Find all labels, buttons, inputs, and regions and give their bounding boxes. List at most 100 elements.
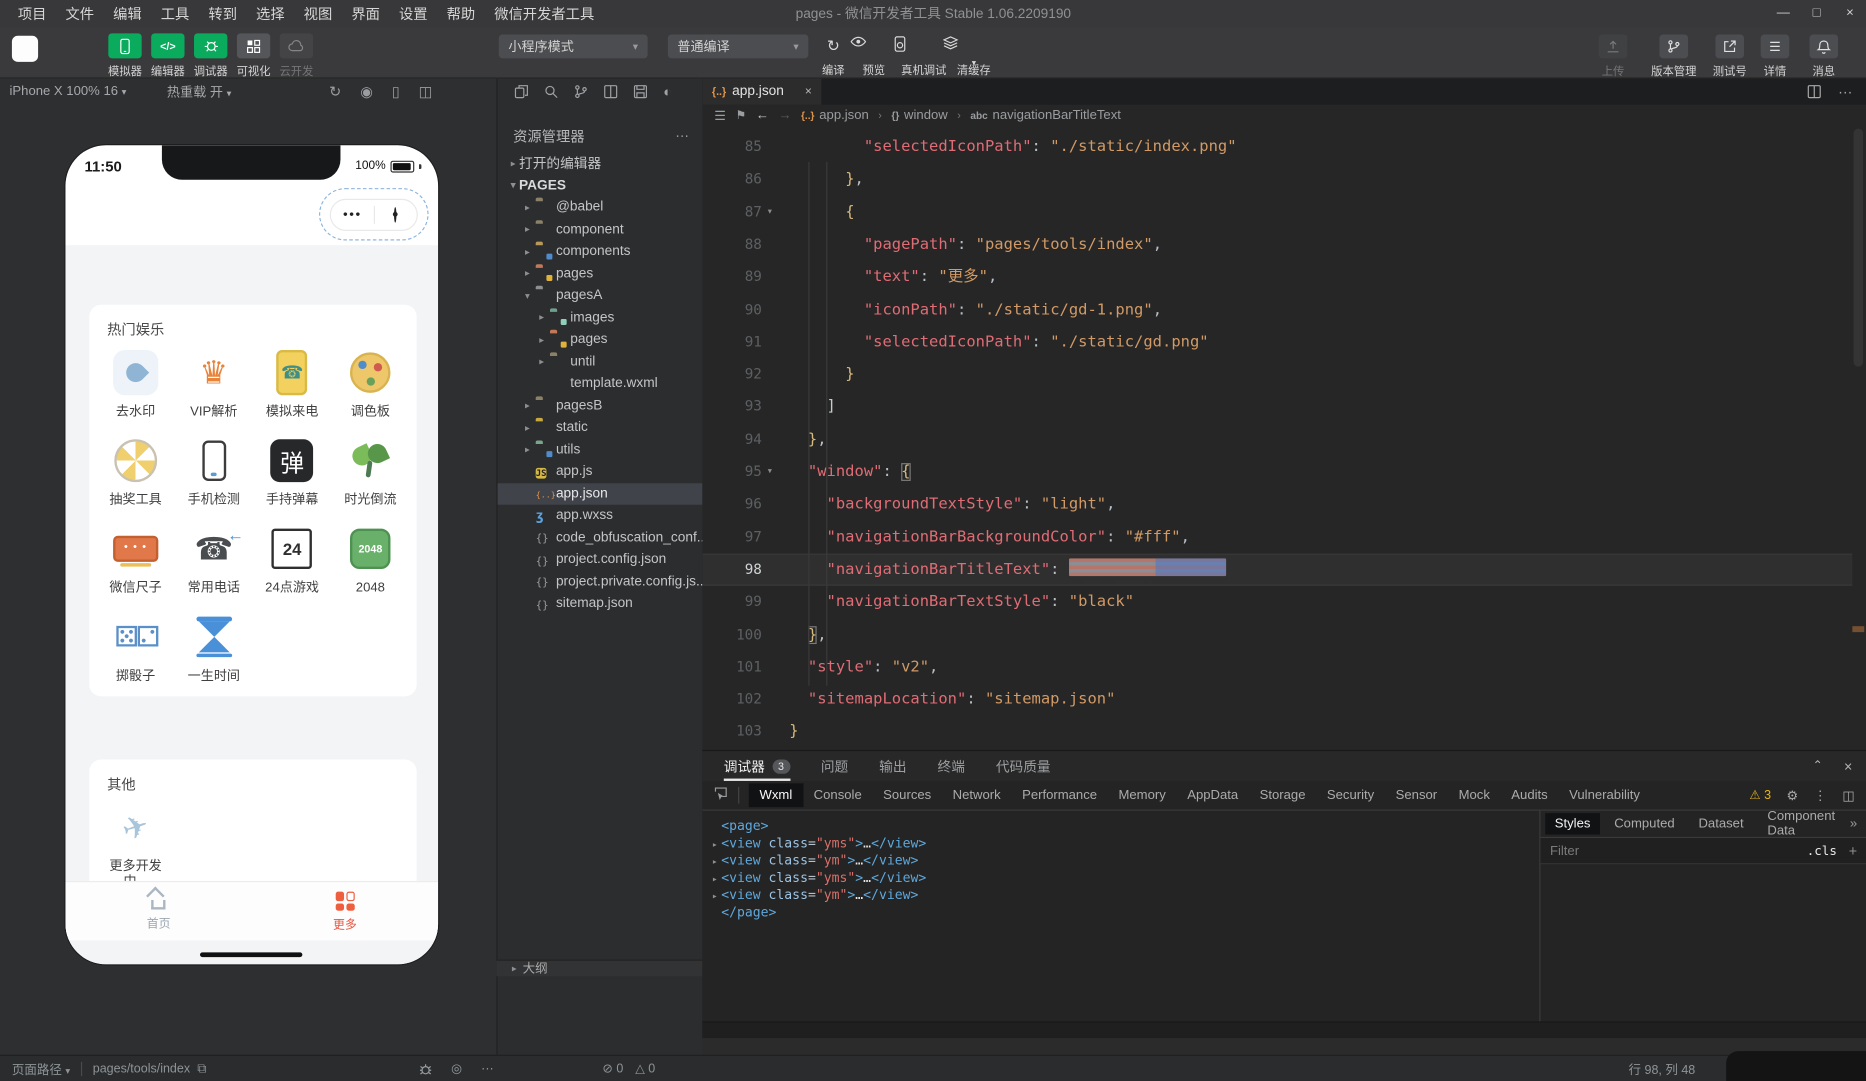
bookmark-icon[interactable]: ⚑ (736, 109, 747, 122)
tree-item-app.wxss[interactable]: ʒ app.wxss (498, 505, 703, 527)
debugger-tab-问题[interactable]: 问题 (821, 751, 848, 781)
tree-item-project.private.config.js...[interactable]: {} project.private.config.js... (498, 571, 703, 593)
toolbar-action-清缓存[interactable]: ▾ 清缓存 (942, 36, 1005, 77)
restart-icon[interactable]: ↻ (329, 83, 341, 100)
devtools-tab-Mock[interactable]: Mock (1448, 783, 1501, 807)
tree-item-utils[interactable]: ▸ utils (498, 439, 703, 461)
tree-item-sitemap.json[interactable]: {} sitemap.json (498, 593, 703, 615)
tree-item-PAGES[interactable]: ▾ PAGES (498, 174, 703, 196)
search-icon[interactable] (544, 85, 558, 99)
fold-chevron-icon[interactable]: ▾ (767, 456, 773, 488)
watch-icon[interactable]: ◎ (451, 1062, 462, 1076)
tree-item-until[interactable]: ▸ until (498, 351, 703, 373)
git-branch-icon[interactable] (574, 85, 588, 99)
devtools-tab-Performance[interactable]: Performance (1011, 783, 1107, 807)
devtools-tab-Wxml[interactable]: Wxml (748, 783, 803, 808)
devtools-tab-Network[interactable]: Network (942, 783, 1011, 807)
minimize-button[interactable]: — (1767, 0, 1800, 26)
devtools-tab-Audits[interactable]: Audits (1501, 783, 1559, 807)
explorer-more-icon[interactable]: … (675, 124, 690, 141)
styles-filter-input[interactable]: Filter (1550, 843, 1579, 857)
toolbar-mode-调试器[interactable]: 调试器 (193, 33, 229, 79)
devtools-tab-Vulnerability[interactable]: Vulnerability (1558, 783, 1650, 807)
capsule-more-button[interactable]: ●●● (331, 210, 373, 218)
tree-item-static[interactable]: ▸ static (498, 417, 703, 439)
app-item-常用电话[interactable]: ☎ ← 常用电话 (175, 525, 253, 596)
toolbar-action-预览[interactable]: 预览 (850, 36, 898, 77)
toolbar-mode-可视化[interactable]: 可视化 (236, 33, 272, 79)
add-style-icon[interactable]: + (1849, 842, 1857, 859)
fold-chevron-icon[interactable]: ▾ (767, 196, 773, 228)
styles-tab-Dataset[interactable]: Dataset (1689, 813, 1753, 834)
problem-counts[interactable]: ⊘ 0 △ 0 (602, 1056, 655, 1081)
devtools-tab-Console[interactable]: Console (803, 783, 872, 807)
tab-更多[interactable]: 更多 (252, 882, 438, 940)
menu-item-选择[interactable]: 选择 (248, 1, 293, 26)
menu-item-工具[interactable]: 工具 (152, 1, 197, 26)
menu-item-帮助[interactable]: 帮助 (438, 1, 483, 26)
menu-item-编辑[interactable]: 编辑 (105, 1, 150, 26)
tab-首页[interactable]: 首页 (65, 882, 251, 940)
rotate-device-icon[interactable]: ▯ (392, 83, 400, 100)
compile-dropdown[interactable]: 普通编译 ▾ (667, 34, 809, 59)
wxml-node[interactable]: ▸ <view class="yms">…</view> (712, 835, 926, 850)
tree-item-code_obfuscation_conf...[interactable]: {} code_obfuscation_conf... (498, 527, 703, 549)
app-item-更多开发中...[interactable]: ✈更多开发中... (96, 804, 174, 891)
wxml-node[interactable]: ▸ <view class="ym">…</view> (712, 853, 918, 868)
status-more-icon[interactable]: ··· (481, 1062, 493, 1076)
app-item-去水印[interactable]: 去水印 (96, 349, 174, 420)
menu-item-文件[interactable]: 文件 (57, 1, 102, 26)
tree-item-app.json[interactable]: {..} app.json (497, 482, 703, 505)
wxml-node[interactable]: ▸</page> (712, 905, 776, 920)
app-item-微信尺子[interactable]: 微信尺子 (96, 525, 174, 596)
debugger-tab-输出[interactable]: 输出 (879, 751, 906, 781)
tree-item-pagesB[interactable]: ▸ pagesB (498, 395, 703, 417)
toolbar-消息[interactable]: 消息 (1798, 34, 1850, 79)
dock-side-icon[interactable]: ◫ (1842, 787, 1854, 803)
app-item-2048[interactable]: 2048 2048 (331, 525, 409, 596)
nav-forward-icon[interactable]: → (778, 108, 791, 122)
styles-tab-Computed[interactable]: Computed (1605, 813, 1684, 834)
menu-item-项目[interactable]: 项目 (10, 1, 55, 26)
wxml-tree[interactable]: ▸<page> ▸<view class="yms">…</view> ▸<view… (702, 811, 1539, 1022)
mode-dropdown[interactable]: 小程序模式 ▾ (498, 34, 648, 59)
breadcrumb-navigationBarTitleText[interactable]: abc navigationBarTitleText (970, 108, 1121, 122)
app-item-调色板[interactable]: 调色板 (331, 349, 409, 420)
wxml-node[interactable]: ▸ <view class="ym">…</view> (712, 887, 918, 902)
devtools-tab-Security[interactable]: Security (1316, 783, 1385, 807)
close-button[interactable]: × (1833, 0, 1866, 26)
breadcrumb-app.json[interactable]: {..} app.json (801, 108, 869, 122)
app-item-手持弹幕[interactable]: 弹手持弹幕 (253, 437, 331, 508)
app-item-手机检测[interactable]: 手机检测 (175, 437, 253, 508)
app-item-模拟来电[interactable]: ☎ 模拟来电 (253, 349, 331, 420)
record-icon[interactable]: ◉ (360, 83, 372, 100)
debugger-tab-代码质量[interactable]: 代码质量 (996, 751, 1051, 781)
app-item-时光倒流[interactable]: 时光倒流 (331, 437, 409, 508)
tree-item-pages[interactable]: ▸ pages (498, 329, 703, 351)
app-item-掷骰子[interactable]: ⚄⚁ 掷骰子 (96, 613, 174, 684)
cls-button[interactable]: .cls (1807, 843, 1837, 857)
collapse-panel-icon[interactable]: ⌃ (1813, 760, 1823, 773)
wxml-node[interactable]: ▸<page> (712, 818, 768, 833)
app-item-VIP解析[interactable]: ♛ VIP解析 (175, 349, 253, 420)
settings-gear-icon[interactable]: ⚙ (1787, 787, 1799, 803)
toolbar-上传[interactable]: 上传 (1587, 34, 1639, 79)
devtools-more-icon[interactable]: ⋮ (1814, 787, 1827, 803)
split-editor-icon[interactable] (1807, 85, 1821, 99)
copy-path-icon[interactable]: ⧉ (197, 1061, 206, 1076)
app-item-抽奖工具[interactable]: 抽奖工具 (96, 437, 174, 508)
toolbar-详情[interactable]: ☰ 详情 (1749, 34, 1801, 79)
toolbar-版本管理[interactable]: 版本管理 (1648, 34, 1700, 79)
app-item-24点游戏[interactable]: 24 24点游戏 (253, 525, 331, 596)
toolbar-mode-云开发[interactable]: 云开发 (279, 33, 315, 79)
warning-count[interactable]: ⚠ 3 (1749, 788, 1771, 802)
debugger-tab-调试器[interactable]: 调试器 3 (723, 751, 790, 781)
nav-back-icon[interactable]: ← (756, 108, 769, 122)
editor-more-icon[interactable]: ··· (1838, 83, 1852, 100)
save-layout-icon[interactable] (633, 85, 648, 99)
menu-item-视图[interactable]: 视图 (295, 1, 340, 26)
cursor-position[interactable]: 行 98, 列 48 (1629, 1056, 1696, 1081)
wxml-node[interactable]: ▸ <view class="yms">…</view> (712, 870, 926, 885)
breadcrumb-window[interactable]: {} window (891, 108, 947, 122)
device-selector[interactable]: iPhone X 100% 16 ▾ (10, 85, 127, 99)
